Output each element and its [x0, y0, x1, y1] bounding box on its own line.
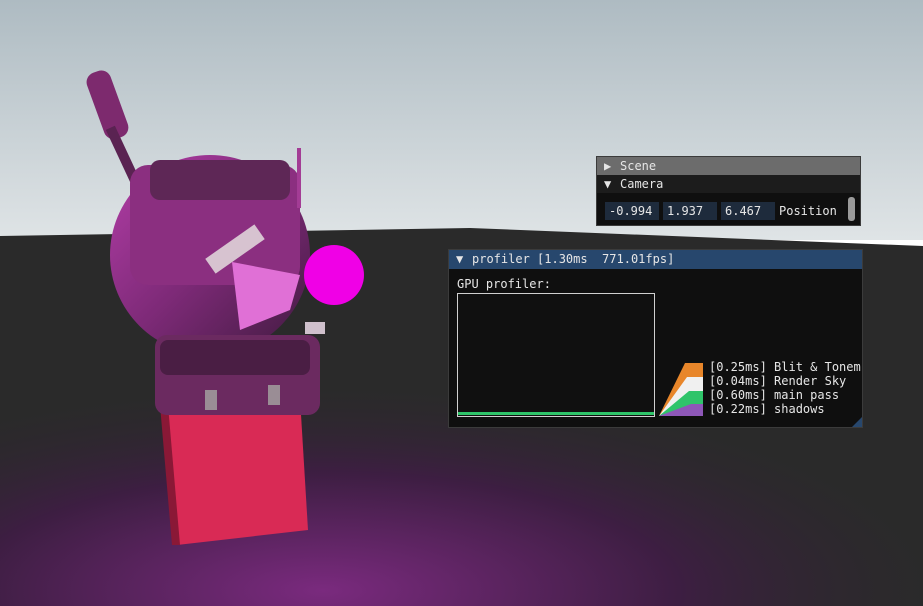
profiler-header[interactable]: ▼ profiler [1.30ms 771.01fps] — [449, 250, 862, 269]
position-z-field[interactable]: 6.467 — [721, 202, 775, 220]
scrollbar-thumb[interactable] — [848, 197, 855, 221]
legend-row-main-pass: [0.60ms] main pass — [709, 388, 840, 402]
red-box — [165, 398, 308, 545]
resize-grip[interactable] — [852, 417, 862, 427]
legend-row-shadows: [0.22ms] shadows — [709, 402, 825, 416]
position-x-field[interactable]: -0.994 — [605, 202, 659, 220]
gpu-profiler-label: GPU profiler: — [457, 277, 551, 291]
graph-baseline — [458, 412, 654, 415]
camera-header-label: Camera — [620, 177, 664, 191]
scene-header[interactable]: ▶ Scene — [597, 157, 860, 175]
profiler-panel: ▼ profiler [1.30ms 771.01fps] GPU profile… — [448, 249, 863, 428]
camera-header[interactable]: ▼ Camera — [597, 175, 860, 193]
camera-position-row: -0.994 1.937 6.467 Position — [605, 201, 837, 221]
magenta-light-sphere — [304, 245, 364, 305]
scene-panel: ▶ Scene ▼ Camera -0.994 1.937 6.467 Positi… — [596, 156, 861, 226]
legend-row-render-sky: [0.04ms] Render Sky — [709, 374, 847, 388]
position-label: Position — [779, 204, 837, 218]
profiler-legend: [0.25ms] Blit & Tonem [0.04ms] Render Sk… — [657, 358, 867, 418]
scene-header-label: Scene — [620, 159, 657, 173]
expand-triangle-icon: ▶ — [604, 159, 612, 173]
collapse-triangle-icon: ▼ — [604, 177, 612, 191]
collapse-triangle-icon: ▼ — [456, 252, 464, 266]
profiler-title: profiler [1.30ms 771.01fps] — [472, 252, 675, 266]
legend-row-blit: [0.25ms] Blit & Tonem — [709, 360, 861, 374]
position-y-field[interactable]: 1.937 — [663, 202, 717, 220]
gpu-timeline-graph[interactable] — [457, 293, 655, 417]
